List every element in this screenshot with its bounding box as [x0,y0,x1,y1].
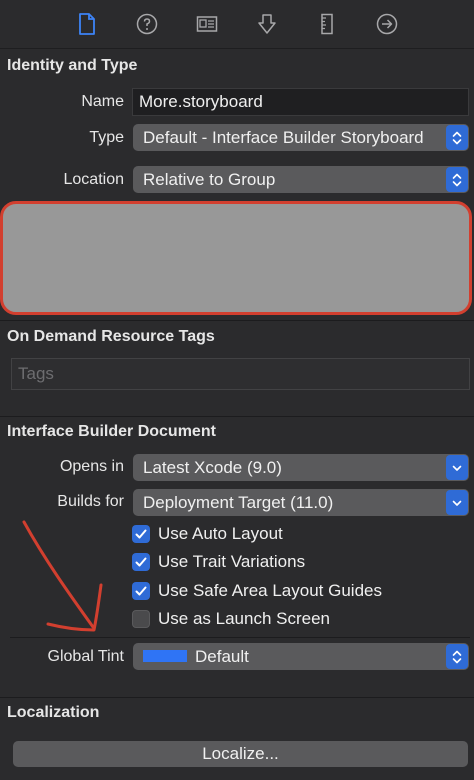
global-tint-popup[interactable]: Default [133,643,469,670]
inspector-toolbar [0,0,474,49]
identity-section-title: Identity and Type [7,57,138,74]
location-popup[interactable]: Relative to Group [133,166,469,193]
launch-screen-checkbox-row[interactable]: Use as Launch Screen [132,608,330,630]
builds-for-label: Builds for [57,493,124,510]
safe-area-label: Use Safe Area Layout Guides [158,581,382,600]
auto-layout-checkbox-row[interactable]: Use Auto Layout [132,523,283,545]
file-inspector-icon[interactable] [75,12,99,36]
size-inspector-icon[interactable] [315,12,339,36]
identity-inspector-icon[interactable] [195,12,219,36]
tint-color-swatch [143,650,187,663]
section-divider [10,637,470,638]
opens-in-popup-value: Latest Xcode (9.0) [143,458,282,477]
ib-document-section-title: Interface Builder Document [7,423,216,440]
trait-variations-checkbox-row[interactable]: Use Trait Variations [132,551,305,573]
type-label: Type [89,129,124,146]
checkbox-unchecked-icon[interactable] [132,610,150,628]
global-tint-value: Default [195,647,249,666]
section-divider [0,416,474,417]
file-inspector-panel: Identity and Type Name More.storyboard T… [0,0,474,780]
location-popup-value: Relative to Group [143,170,276,189]
name-label: Name [81,93,124,110]
launch-screen-label: Use as Launch Screen [158,609,330,628]
localize-button[interactable]: Localize... [13,741,468,767]
redacted-full-path-area [0,201,472,315]
name-field[interactable]: More.storyboard [132,88,469,116]
checkbox-checked-icon[interactable] [132,525,150,543]
safe-area-checkbox-row[interactable]: Use Safe Area Layout Guides [132,580,382,602]
checkbox-checked-icon[interactable] [132,582,150,600]
connections-inspector-icon[interactable] [375,12,399,36]
global-tint-label: Global Tint [47,648,124,665]
trait-variations-label: Use Trait Variations [158,552,306,571]
chevron-down-icon [446,455,468,480]
checkbox-checked-icon[interactable] [132,553,150,571]
up-down-chevron-icon [446,644,468,669]
attributes-inspector-icon[interactable] [255,12,279,36]
odr-section-title: On Demand Resource Tags [7,328,215,345]
tags-input[interactable]: Tags [11,358,470,390]
up-down-chevron-icon [446,167,468,192]
localization-section-title: Localization [7,704,100,721]
opens-in-label: Opens in [59,458,124,475]
section-divider [0,320,474,321]
section-divider [0,697,474,698]
quick-help-icon[interactable] [135,12,159,36]
type-popup[interactable]: Default - Interface Builder Storyboard [133,124,469,151]
location-label: Location [63,171,125,188]
chevron-down-icon [446,490,468,515]
builds-for-popup-value: Deployment Target (11.0) [143,493,334,512]
opens-in-popup[interactable]: Latest Xcode (9.0) [133,454,469,481]
up-down-chevron-icon [446,125,468,150]
type-popup-value: Default - Interface Builder Storyboard [143,128,424,147]
builds-for-popup[interactable]: Deployment Target (11.0) [133,489,469,516]
auto-layout-label: Use Auto Layout [158,524,283,543]
